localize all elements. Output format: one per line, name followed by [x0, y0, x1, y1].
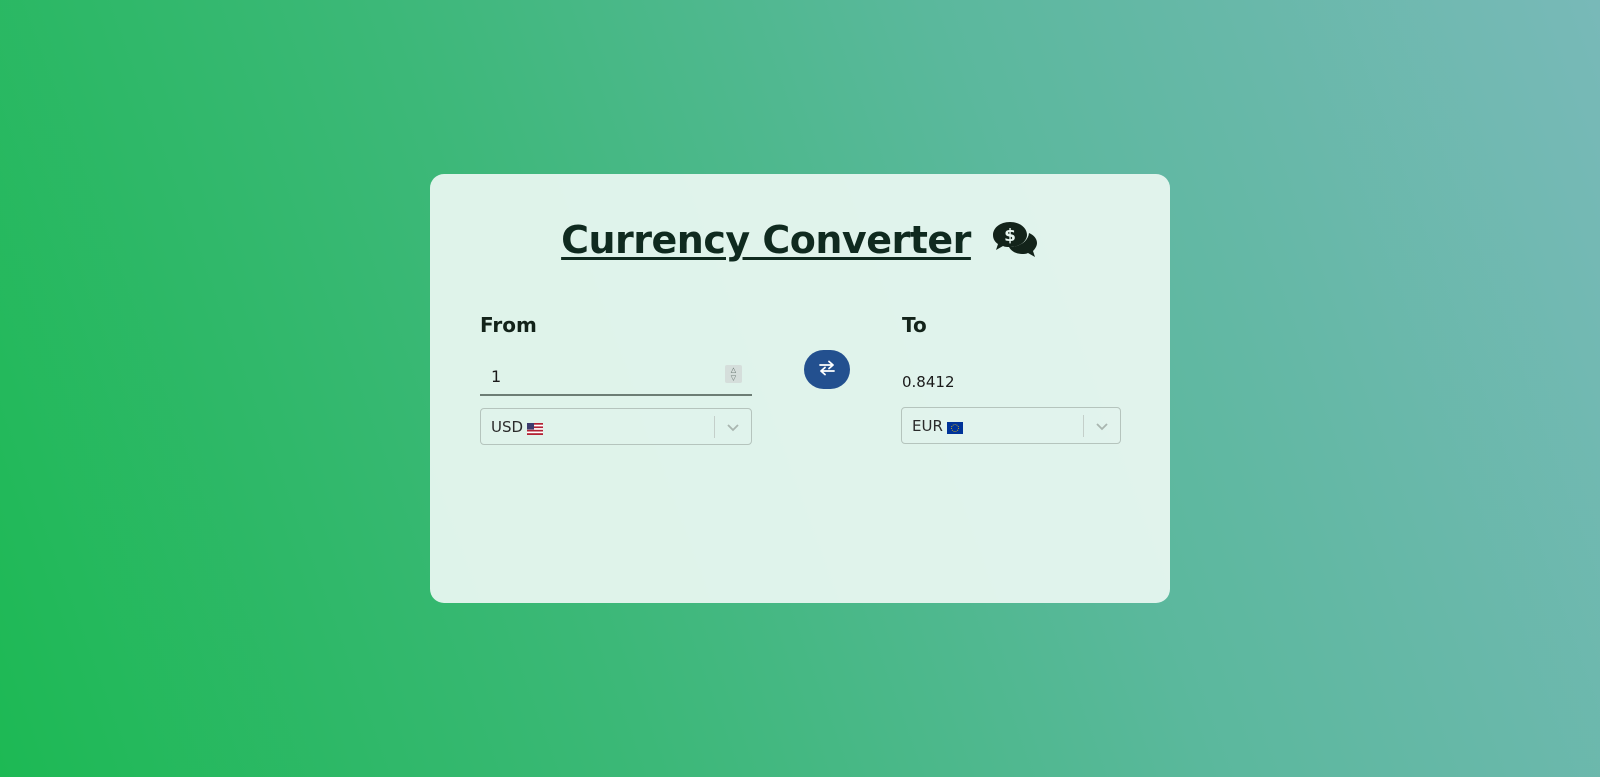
title-row: Currency Converter $	[430, 218, 1170, 262]
amount-input[interactable]	[480, 359, 721, 393]
chevron-down-icon[interactable]	[1084, 408, 1120, 443]
to-label: To	[902, 313, 927, 337]
svg-text:$: $	[1004, 226, 1016, 246]
page-title: Currency Converter	[561, 218, 971, 262]
from-label: From	[480, 313, 537, 337]
from-currency-code: USD	[491, 417, 524, 436]
eu-flag-icon	[946, 420, 963, 434]
swap-arrows-icon	[818, 360, 836, 379]
money-chat-icon: $	[991, 220, 1039, 260]
to-currency-value: EUR	[902, 417, 1083, 435]
stepper-down-icon[interactable]: ▽	[731, 374, 736, 382]
converter-card: Currency Converter $ From To △ ▽ USD	[430, 174, 1170, 603]
to-currency-code: EUR	[912, 416, 943, 435]
chevron-down-icon[interactable]	[715, 409, 751, 444]
from-currency-select[interactable]: USD	[480, 408, 752, 445]
amount-stepper[interactable]: △ ▽	[725, 365, 742, 383]
amount-field: △ ▽	[480, 359, 752, 396]
converted-result: 0.8412	[902, 373, 955, 391]
swap-button[interactable]	[804, 350, 850, 389]
to-currency-select[interactable]: EUR	[901, 407, 1121, 444]
stepper-up-icon[interactable]: △	[731, 366, 736, 374]
us-flag-icon	[527, 421, 544, 435]
from-currency-value: USD	[481, 418, 714, 436]
